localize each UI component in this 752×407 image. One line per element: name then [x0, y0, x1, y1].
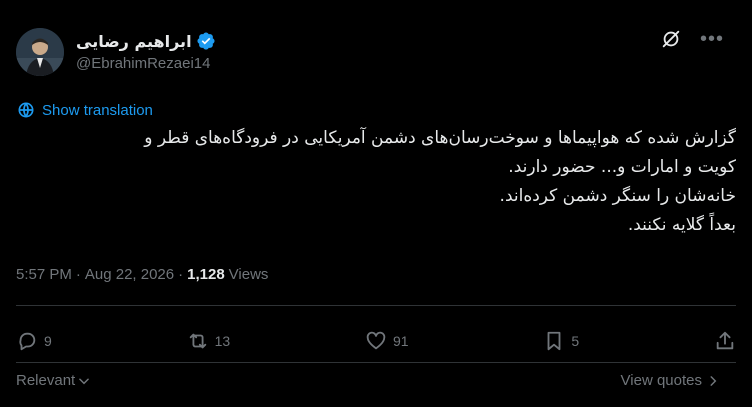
- repost-count: 13: [214, 333, 231, 349]
- sort-label: Relevant: [16, 372, 76, 389]
- sort-dropdown[interactable]: Relevant: [16, 372, 91, 389]
- heart-icon: [366, 331, 386, 350]
- show-translation-link[interactable]: Show translation: [16, 100, 153, 120]
- repost-icon: [189, 333, 206, 349]
- reply-count: 9: [44, 333, 52, 349]
- show-translation-label[interactable]: Show translation: [42, 102, 153, 119]
- author-name-row[interactable]: ابراهیم رضایی: [76, 30, 216, 52]
- meta-separator: ·: [178, 266, 184, 283]
- globe-icon: [18, 102, 34, 118]
- chevron-right-icon: [710, 375, 717, 386]
- grok-icon[interactable]: [660, 28, 682, 50]
- tweet-date[interactable]: Aug 22, 2026: [85, 266, 174, 283]
- tweet-line: خانه‌شان را سنگر دشمن کرده‌اند.: [499, 186, 736, 206]
- view-quotes-link[interactable]: View quotes: [621, 372, 720, 389]
- chevron-down-icon: [79, 378, 90, 384]
- divider: [16, 305, 736, 306]
- tweet-line: کویت و امارات و... حضور دارند.: [508, 157, 736, 177]
- divider: [16, 362, 736, 363]
- more-icon[interactable]: •••: [700, 29, 724, 49]
- views-label: Views: [228, 266, 269, 283]
- bookmark-count: 5: [571, 333, 580, 349]
- tweet-text: گزارش شده که هواپیماها و سوخت‌رسان‌های د…: [16, 124, 736, 240]
- repost-button[interactable]: 13: [187, 330, 231, 352]
- reply-button[interactable]: 9: [16, 330, 52, 352]
- action-bar: 9 13 91 5: [16, 324, 736, 358]
- author-handle[interactable]: @EbrahimRezaei14: [76, 55, 210, 72]
- reply-icon: [19, 332, 36, 351]
- avatar[interactable]: [16, 28, 64, 76]
- bookmark-button[interactable]: 5: [543, 330, 579, 352]
- views-count[interactable]: 1,128: [187, 266, 225, 283]
- tweet-line: گزارش شده که هواپیماها و سوخت‌رسان‌های د…: [144, 128, 736, 148]
- view-quotes-label: View quotes: [620, 372, 702, 389]
- share-button[interactable]: [714, 330, 736, 352]
- tweet-time[interactable]: 5:57 PM: [16, 266, 72, 283]
- verified-badge-icon: [197, 32, 215, 50]
- bookmark-icon: [547, 331, 561, 351]
- like-button[interactable]: 91: [365, 330, 409, 352]
- meta-separator: ·: [75, 266, 81, 283]
- share-icon: [716, 331, 734, 350]
- tweet-line: بعداً گلایه نکنند.: [627, 215, 736, 235]
- like-count: 91: [393, 333, 409, 349]
- tweet-meta: 5:57 PM · Aug 22, 2026 · 1,128 Views: [16, 266, 268, 283]
- author-display-name[interactable]: ابراهیم رضایی: [76, 32, 192, 51]
